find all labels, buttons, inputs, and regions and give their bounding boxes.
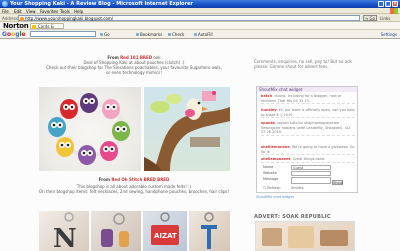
shout-item: spanks: restart natchul shophardsgraysca… bbox=[261, 121, 355, 136]
refresh-label: Refresh bbox=[267, 186, 281, 190]
shout-text: Great things done. bbox=[292, 157, 326, 161]
refresh-checkbox-icon: ☐ bbox=[263, 186, 267, 190]
sidebar: Comments, enquiries, no sell, pay to! Bu… bbox=[250, 39, 400, 251]
links-button[interactable]: Links bbox=[380, 16, 390, 21]
name-keychain-illustration: AIZAT bbox=[151, 212, 179, 245]
message-label: Message bbox=[263, 177, 279, 181]
keychain-photo-1: N bbox=[39, 211, 89, 251]
google-toolbar: Google Go Bookmarks Check AutoFill Setti… bbox=[0, 30, 400, 39]
shout-author[interactable]: shelliemonaee bbox=[261, 145, 290, 149]
shoutmix-widget-link[interactable]: ShoutMix chat widget bbox=[256, 195, 294, 199]
go-arrow-icon: ➔ bbox=[364, 16, 369, 21]
letter-keychain-illustration bbox=[201, 212, 217, 249]
shout-text: restart natchul shophardsgrayscale 5ewin… bbox=[261, 121, 351, 134]
address-label: Address bbox=[2, 16, 18, 21]
window-title-bar: Your Shopping Kaki - A Review Blog - Mic… bbox=[0, 0, 400, 8]
minimize-button[interactable]: _ bbox=[378, 1, 384, 7]
svg-text:N: N bbox=[53, 224, 77, 251]
page-icon bbox=[20, 17, 24, 21]
smilies-link[interactable]: Smilies bbox=[291, 186, 304, 190]
shout-button[interactable]: Shout bbox=[332, 180, 343, 185]
keychain-photo-4 bbox=[189, 211, 230, 251]
name-row: Name Guest bbox=[263, 165, 353, 170]
address-url: http://www.yourshoppingkaki.blogspot.com… bbox=[25, 16, 114, 21]
shout-author[interactable]: sheliemonaees bbox=[261, 157, 290, 161]
shout-author[interactable]: batch bbox=[261, 94, 272, 98]
shout-item: shelliemonaee: We're going to have a giv… bbox=[261, 145, 355, 155]
website-label: Website bbox=[263, 171, 277, 175]
internet-explorer-icon bbox=[2, 1, 8, 7]
caption-line-2: On their blogshop items: felt necklaces,… bbox=[38, 189, 230, 194]
shout-item: sheliemonaees: Great things done. bbox=[261, 157, 355, 163]
name-input[interactable]: Guest bbox=[291, 165, 331, 170]
caption-end: BRED bbox=[157, 177, 170, 182]
google-search-input[interactable] bbox=[30, 31, 96, 37]
address-input[interactable]: http://www.yourshoppingkaki.blogspot.com… bbox=[18, 15, 360, 21]
advert-heading: ADVERT: SOAK REPUBLIC bbox=[254, 214, 331, 220]
norton-logo-text: Norton bbox=[3, 22, 29, 30]
shout-text: dunno, Including for a blogger, new or e… bbox=[261, 94, 342, 103]
website-input[interactable] bbox=[291, 171, 331, 176]
felt-keychain-illustration bbox=[101, 213, 129, 247]
window-title: Your Shopping Kaki - A Review Blog - Mic… bbox=[10, 1, 193, 7]
felt-bird-illustration bbox=[144, 91, 230, 171]
keychain-n-illustration: N bbox=[53, 212, 77, 251]
refresh-link[interactable]: ☐ Refresh bbox=[263, 186, 280, 190]
felt-owls-photo bbox=[39, 87, 141, 171]
address-bar: Address http://www.yourshoppingkaki.blog… bbox=[0, 14, 400, 22]
go-button[interactable]: ➔ Go bbox=[363, 15, 377, 21]
maximize-button[interactable]: □ bbox=[385, 1, 391, 7]
go-label: Go bbox=[369, 16, 376, 21]
keychain-photo-2 bbox=[91, 211, 141, 251]
google-autofill-button[interactable]: AutoFill bbox=[194, 32, 213, 37]
close-button[interactable]: × bbox=[392, 1, 398, 7]
caption-source-link[interactable]: Red Oh Stitch BRED bbox=[111, 177, 156, 182]
blog-post: From Red 101 BRED ook Deal of Shopping K… bbox=[22, 39, 246, 251]
caption-from-label: From bbox=[98, 177, 111, 182]
google-logo: Google bbox=[2, 31, 26, 38]
svg-text:AIZAT: AIZAT bbox=[154, 232, 177, 240]
shout-author[interactable]: hunkley bbox=[261, 108, 277, 112]
norton-toolbar: Norton Cards & Log-ins bbox=[0, 22, 400, 34]
google-bookmarks-button[interactable]: Bookmarks bbox=[136, 32, 162, 37]
caption-source-line: From Red Oh Stitch BRED BRED bbox=[22, 177, 246, 182]
blog-page: From Red 101 BRED ook Deal of Shopping K… bbox=[0, 39, 400, 251]
felt-bird-tree-photo bbox=[144, 87, 230, 171]
advert-image[interactable] bbox=[255, 221, 355, 251]
shoutbox-header: ShoutMix chat widget bbox=[257, 87, 357, 92]
card-icon bbox=[32, 25, 36, 29]
name-input-value: Guest bbox=[293, 166, 304, 170]
shout-item: hunkley: Hi, our store is officially ope… bbox=[261, 108, 355, 118]
post-line-3: or even technology mimics! bbox=[106, 70, 162, 75]
google-check-button[interactable]: Check bbox=[168, 32, 184, 37]
message-input[interactable] bbox=[291, 177, 331, 184]
shoutbox: ShoutMix chat widget batch: dunno, Inclu… bbox=[256, 86, 358, 193]
norton-logo: Norton bbox=[3, 22, 29, 30]
keychain-photo-3: AIZAT bbox=[143, 211, 187, 251]
website-row: Website bbox=[263, 171, 353, 176]
google-settings-button[interactable]: Settings bbox=[381, 32, 397, 37]
sidebar-intro-2: please. Gimme shout for advert fees. bbox=[254, 64, 329, 69]
felt-owls-illustration bbox=[48, 93, 130, 165]
advert-illustration bbox=[262, 226, 348, 248]
cards-logins-button[interactable]: Cards & Log-ins bbox=[30, 23, 64, 34]
shout-author[interactable]: spanks bbox=[261, 121, 275, 125]
shout-item: batch: dunno, Including for a blogger, n… bbox=[261, 94, 355, 104]
name-label: Name bbox=[263, 165, 274, 169]
google-go-button[interactable]: Go bbox=[100, 32, 110, 37]
